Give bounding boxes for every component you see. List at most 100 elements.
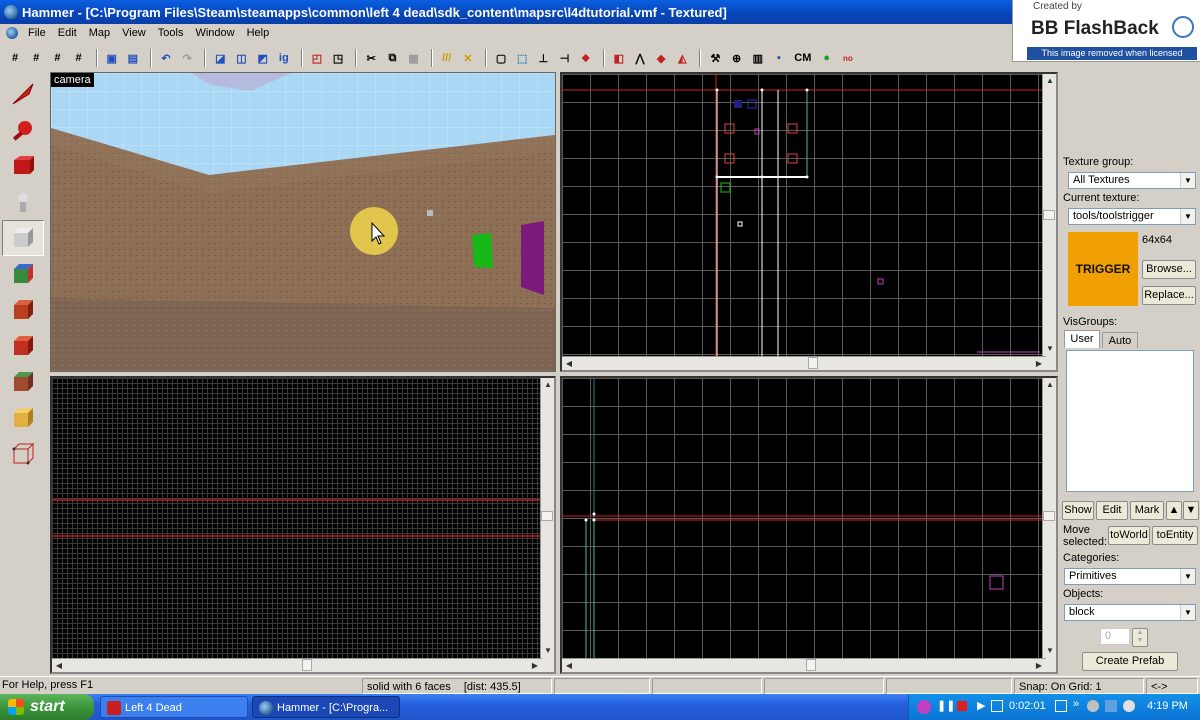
tab-user[interactable]: User bbox=[1064, 330, 1100, 348]
vertex-tool-icon[interactable] bbox=[2, 436, 44, 472]
grid-smaller-icon[interactable]: # bbox=[48, 48, 66, 68]
flip-horizontal-icon[interactable]: ⊣ bbox=[555, 48, 573, 68]
current-texture-select[interactable]: tools/toolstrigger ▼ bbox=[1068, 208, 1196, 225]
leaf-icon[interactable]: ● bbox=[818, 48, 836, 68]
move-down-icon[interactable]: ▼ bbox=[1183, 501, 1199, 520]
save-icon[interactable]: ◪ bbox=[211, 48, 229, 68]
document-icon[interactable] bbox=[6, 27, 18, 39]
block-tool-icon[interactable] bbox=[2, 220, 44, 256]
recorder-icon[interactable] bbox=[917, 700, 931, 714]
entity-report-icon[interactable]: ⊕ bbox=[728, 48, 746, 68]
visgroups-list[interactable] bbox=[1066, 350, 1194, 492]
scroll-thumb[interactable] bbox=[1043, 210, 1055, 220]
model-icon[interactable]: ◆ bbox=[652, 48, 670, 68]
faces-spinner[interactable]: 0 bbox=[1100, 628, 1130, 645]
scroll-up-icon[interactable]: ▲ bbox=[541, 378, 554, 392]
decal-tool-icon[interactable] bbox=[2, 328, 44, 364]
menu-file[interactable]: File bbox=[24, 27, 54, 39]
recording-frame-icon[interactable] bbox=[991, 700, 1003, 712]
selection-box-icon[interactable]: ▢ bbox=[492, 48, 510, 68]
volume-icon[interactable] bbox=[1123, 700, 1135, 712]
scroll-left-icon[interactable]: ◀ bbox=[562, 357, 576, 370]
copy-icon[interactable]: ⧉ bbox=[383, 48, 401, 68]
front-view-vertical-scrollbar[interactable]: ▲ ▼ bbox=[540, 378, 554, 672]
pause-icon[interactable]: ❚❚ bbox=[937, 699, 955, 712]
menu-tools[interactable]: Tools bbox=[154, 27, 192, 39]
paste-icon[interactable]: ▦ bbox=[405, 48, 423, 68]
camera-viewport[interactable]: camera bbox=[50, 72, 556, 372]
group-icon[interactable]: ▣ bbox=[103, 48, 121, 68]
top-view-vertical-scrollbar[interactable]: ▲ ▼ bbox=[1042, 74, 1056, 370]
side-view-vertical-scrollbar[interactable]: ▲ ▼ bbox=[1042, 378, 1056, 672]
network-icon[interactable] bbox=[1105, 700, 1117, 712]
top-view-horizontal-scrollbar[interactable]: ◀ ▶ bbox=[562, 356, 1046, 370]
scroll-right-icon[interactable]: ▶ bbox=[528, 659, 542, 672]
move-up-icon[interactable]: ▲ bbox=[1166, 501, 1182, 520]
side-view-horizontal-scrollbar[interactable]: ◀ ▶ bbox=[562, 658, 1046, 672]
tab-auto[interactable]: Auto bbox=[1102, 332, 1138, 348]
entity-tool-icon[interactable] bbox=[2, 184, 44, 220]
chevron-down-icon[interactable]: ▼ bbox=[1180, 569, 1195, 584]
grid-toggle-icon[interactable]: # bbox=[6, 48, 24, 68]
chevron-down-icon[interactable]: ▼ bbox=[1180, 209, 1195, 224]
scroll-down-icon[interactable]: ▼ bbox=[1043, 342, 1056, 356]
grid-3d-icon[interactable]: # bbox=[27, 48, 45, 68]
play-icon[interactable]: ▶ bbox=[977, 699, 985, 712]
chevron-down-icon[interactable]: ▼ bbox=[1180, 605, 1195, 620]
scroll-thumb[interactable] bbox=[302, 659, 312, 671]
top-2d-viewport[interactable]: ▲ ▼ ◀ ▶ bbox=[560, 72, 1058, 372]
chevron-down-icon[interactable]: ▼ bbox=[1180, 173, 1195, 188]
task-hammer[interactable]: Hammer - [C:\Progra... bbox=[252, 696, 400, 718]
edit-button[interactable]: Edit bbox=[1096, 501, 1128, 520]
replace-button[interactable]: Replace... bbox=[1142, 286, 1196, 305]
menu-map[interactable]: Map bbox=[85, 27, 118, 39]
clipping-tool-icon[interactable] bbox=[2, 400, 44, 436]
create-prefab-button[interactable]: Create Prefab bbox=[1082, 652, 1178, 671]
front-view-horizontal-scrollbar[interactable]: ◀ ▶ bbox=[52, 658, 542, 672]
selection-rect-icon[interactable]: ⬚ bbox=[513, 48, 531, 68]
carve-icon[interactable]: ◰ bbox=[308, 48, 326, 68]
texture-group-select[interactable]: All Textures ▼ bbox=[1068, 172, 1196, 189]
menu-view[interactable]: View bbox=[118, 27, 154, 39]
menu-window[interactable]: Window bbox=[191, 27, 242, 39]
tray-chevron-icon[interactable]: » bbox=[1073, 698, 1079, 710]
texture-application-tool-icon[interactable] bbox=[2, 256, 44, 292]
camera-viewport-label[interactable]: camera bbox=[51, 73, 94, 87]
compile-icon[interactable]: ◭ bbox=[673, 48, 691, 68]
scroll-thumb[interactable] bbox=[808, 357, 818, 369]
to-entity-button[interactable]: toEntity bbox=[1152, 526, 1198, 545]
redo-icon[interactable]: ↷ bbox=[178, 48, 196, 68]
undo-icon[interactable]: ↶ bbox=[157, 48, 175, 68]
objects-select[interactable]: block ▼ bbox=[1064, 604, 1196, 621]
show-button[interactable]: Show bbox=[1062, 501, 1094, 520]
scroll-down-icon[interactable]: ▼ bbox=[1043, 644, 1056, 658]
scroll-right-icon[interactable]: ▶ bbox=[1032, 357, 1046, 370]
overlay-tool-icon[interactable] bbox=[2, 364, 44, 400]
hide-icon[interactable]: ◫ bbox=[232, 48, 250, 68]
scroll-left-icon[interactable]: ◀ bbox=[562, 659, 576, 672]
paint-icon[interactable]: ⬥ bbox=[577, 48, 595, 68]
steam-icon[interactable] bbox=[1087, 700, 1099, 712]
categories-select[interactable]: Primitives ▼ bbox=[1064, 568, 1196, 585]
scroll-up-icon[interactable]: ▲ bbox=[1043, 74, 1056, 88]
camera-tool-icon[interactable] bbox=[2, 148, 44, 184]
show-icon[interactable]: ◩ bbox=[254, 48, 272, 68]
vertex-manip-icon[interactable]: ◧ bbox=[610, 48, 628, 68]
cube-map-icon[interactable]: ▪ bbox=[770, 48, 788, 68]
cut-icon[interactable]: ✂ bbox=[362, 48, 380, 68]
menu-edit[interactable]: Edit bbox=[54, 27, 85, 39]
hollow-icon[interactable]: ◳ bbox=[329, 48, 347, 68]
flip-vertical-icon[interactable]: ⊥ bbox=[534, 48, 552, 68]
no-draw-icon[interactable]: no bbox=[839, 48, 857, 68]
to-world-button[interactable]: toWorld bbox=[1108, 526, 1150, 545]
menu-help[interactable]: Help bbox=[243, 27, 278, 39]
stop-icon[interactable] bbox=[957, 701, 967, 711]
spinner-arrows-icon[interactable]: ▲ ▼ bbox=[1132, 628, 1148, 647]
ungroup-icon[interactable]: ▤ bbox=[124, 48, 142, 68]
task-left4dead[interactable]: Left 4 Dead bbox=[100, 696, 248, 718]
front-2d-viewport[interactable]: ▲ ▼ ◀ ▶ bbox=[50, 376, 556, 674]
scroll-down-icon[interactable]: ▼ bbox=[541, 644, 554, 658]
selection-tool-icon[interactable] bbox=[2, 76, 44, 112]
scroll-up-icon[interactable]: ▲ bbox=[1043, 378, 1056, 392]
texture-scale-lock-icon[interactable]: ✕ bbox=[459, 48, 477, 68]
